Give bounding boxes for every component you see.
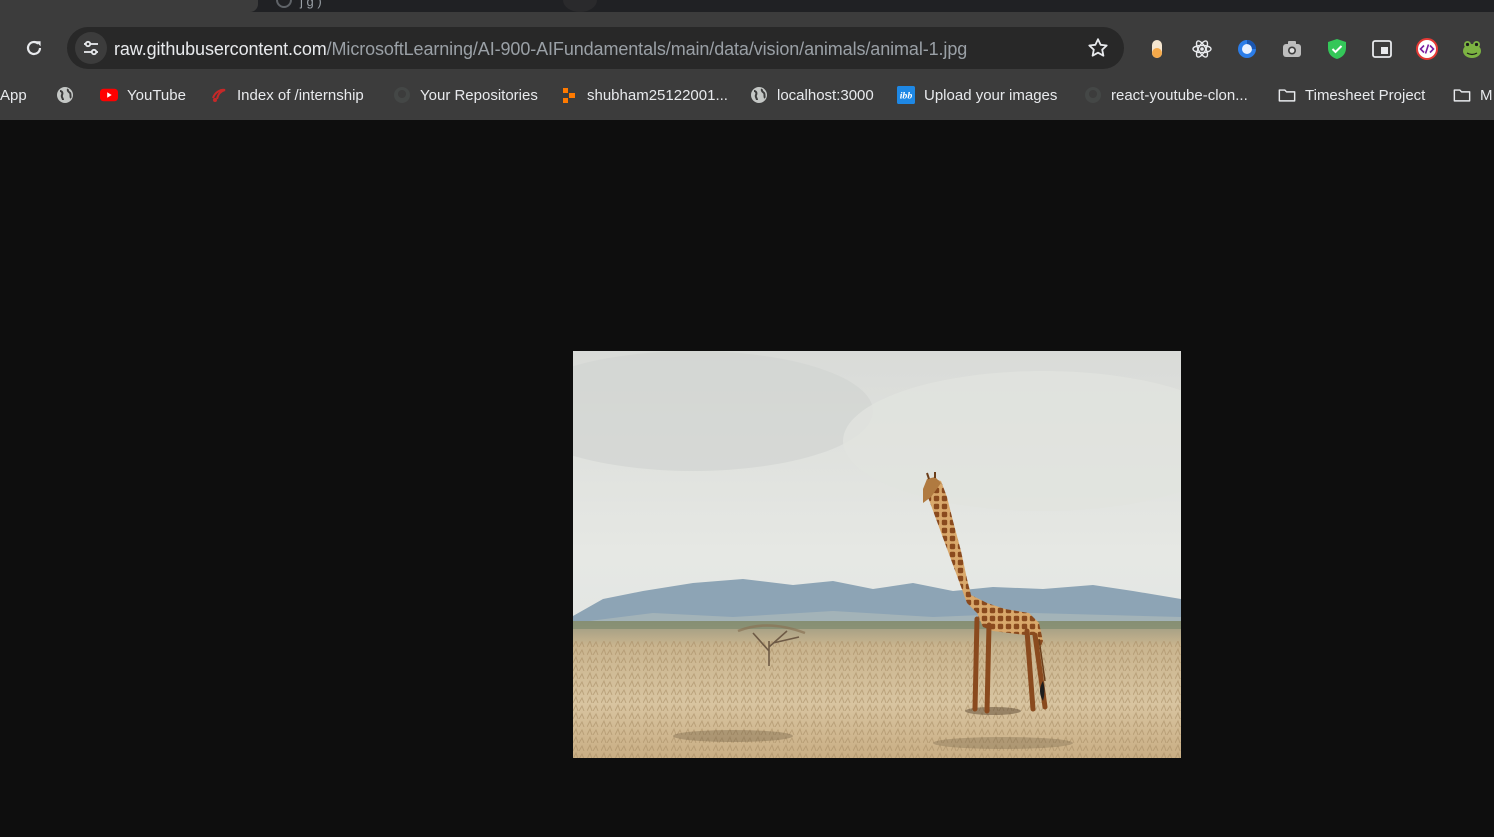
tab-favicon-icon	[276, 0, 292, 8]
bookmark-globe[interactable]	[56, 78, 83, 112]
globe-icon	[56, 86, 74, 104]
svg-text:ibb: ibb	[900, 91, 913, 102]
code-extension-icon[interactable]	[1416, 38, 1438, 60]
folder-icon	[1278, 86, 1296, 104]
github-icon	[393, 86, 411, 104]
globe-icon	[750, 86, 768, 104]
active-tab[interactable]	[0, 0, 258, 12]
reload-button[interactable]	[18, 32, 50, 64]
bookmark-your-repositories[interactable]: Your Repositories	[393, 78, 538, 112]
address-bar[interactable]: raw.githubusercontent.com/MicrosoftLearn…	[67, 27, 1124, 69]
bookmark-shubham[interactable]: shubham25122001...	[560, 78, 728, 112]
site-info-button[interactable]	[75, 32, 107, 64]
bookmark-label: Timesheet Project	[1305, 86, 1426, 104]
url-host: raw.githubusercontent.com	[114, 39, 327, 59]
ibb-icon: ibb	[897, 86, 915, 104]
bookmark-label: YouTube	[127, 86, 186, 104]
index-favicon-icon	[210, 86, 228, 104]
star-icon[interactable]	[1086, 36, 1110, 60]
react-atom-extension-icon[interactable]	[1191, 38, 1213, 60]
bookmark-label: Index of /internship	[237, 86, 364, 104]
reload-icon	[26, 40, 42, 56]
url-text[interactable]: raw.githubusercontent.com/MicrosoftLearn…	[114, 39, 967, 60]
url-path: /MicrosoftLearning/AI-900-AIFundamentals…	[326, 39, 968, 59]
bookmark-localhost[interactable]: localhost:3000	[750, 78, 874, 112]
tab-strip: j g )	[0, 0, 1494, 12]
bookmark-label: App	[0, 86, 27, 104]
youtube-icon	[100, 86, 118, 104]
bookmark-youtube[interactable]: YouTube	[100, 78, 186, 112]
tab-title: j g )	[300, 0, 322, 9]
bookmark-label: Upload your images	[924, 86, 1058, 104]
bookmarks-bar: App YouTube Index of /internship Your Re…	[0, 78, 1494, 112]
browser-chrome: j g ) raw.githubusercontent.com/Microsof…	[0, 0, 1494, 120]
bookmark-folder-m[interactable]: M	[1453, 78, 1493, 112]
giraffe-photo[interactable]	[573, 351, 1181, 758]
camera-extension-icon[interactable]	[1281, 38, 1303, 60]
bookmark-index-internship[interactable]: Index of /internship	[210, 78, 364, 112]
window-extension-icon[interactable]	[1371, 38, 1393, 60]
frog-extension-icon[interactable]	[1461, 38, 1483, 60]
new-tab-button[interactable]	[563, 0, 597, 12]
tune-icon	[84, 40, 98, 56]
folder-icon	[1453, 86, 1471, 104]
orange-blocks-icon	[560, 86, 578, 104]
bookmark-label: M	[1480, 86, 1493, 104]
bookmark-label: localhost:3000	[777, 86, 874, 104]
bookmark-upload-images[interactable]: ibb Upload your images	[897, 78, 1057, 112]
bookmark-app[interactable]: App	[0, 78, 27, 112]
blue-circle-extension-icon[interactable]	[1236, 38, 1258, 60]
inactive-tab[interactable]: j g )	[270, 0, 560, 10]
github-icon	[1084, 86, 1102, 104]
bookmark-timesheet-project[interactable]: Timesheet Project	[1278, 78, 1425, 112]
green-shield-extension-icon[interactable]	[1326, 38, 1348, 60]
bookmark-react-youtube-clone[interactable]: react-youtube-clon...	[1084, 78, 1248, 112]
bookmark-label: Your Repositories	[420, 86, 538, 104]
bookmark-label: react-youtube-clon...	[1111, 86, 1248, 104]
image-viewer	[0, 120, 1494, 837]
toolbar: raw.githubusercontent.com/MicrosoftLearn…	[0, 26, 1494, 70]
orange-capsule-extension-icon[interactable]	[1146, 38, 1168, 60]
bookmark-label: shubham25122001...	[587, 86, 728, 104]
